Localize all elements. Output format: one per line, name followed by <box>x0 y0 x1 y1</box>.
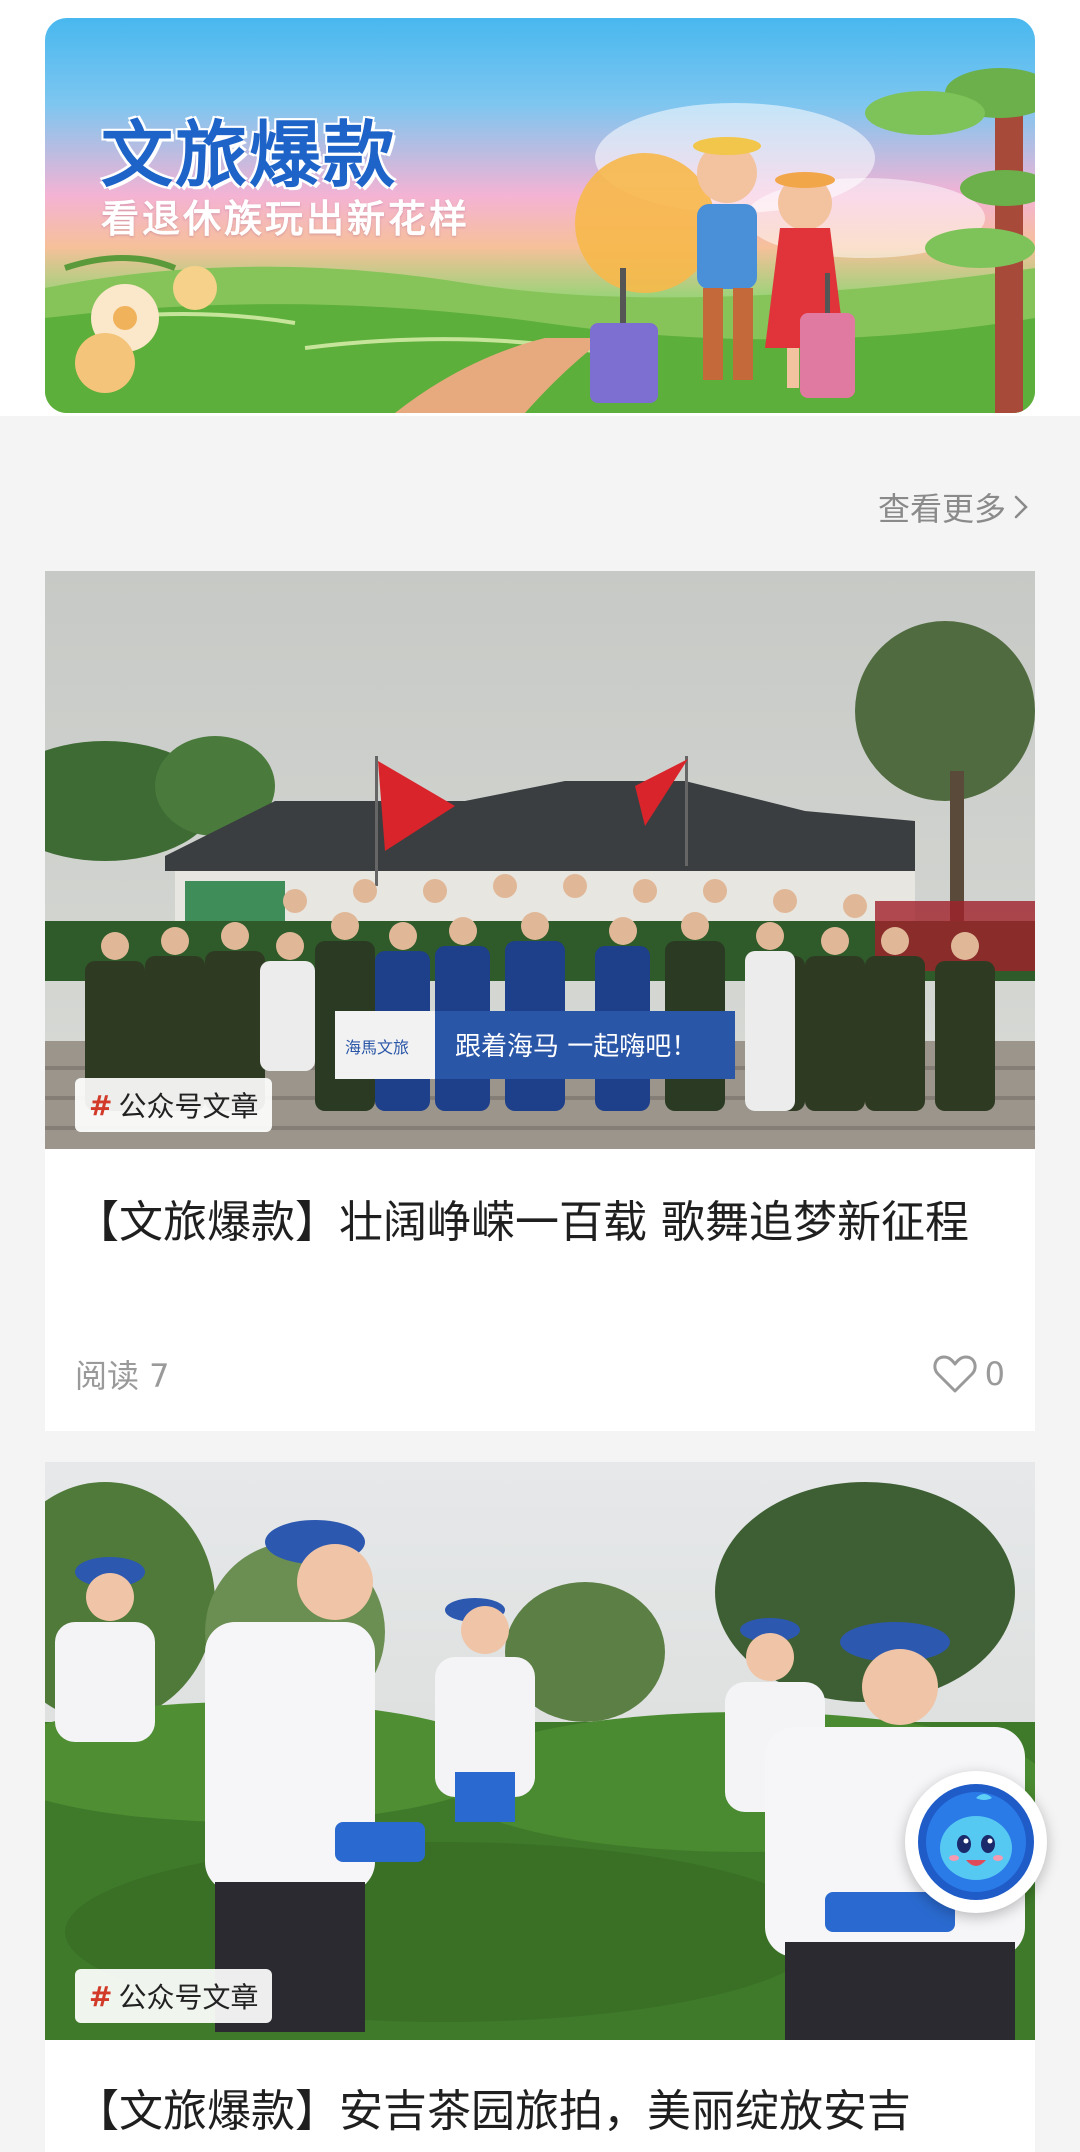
like-button[interactable]: 0 <box>933 1354 1005 1394</box>
tag-label: 公众号文章 <box>118 1981 259 2014</box>
article-tag: # 公众号文章 <box>75 1078 273 1132</box>
banner-title: 文旅爆款 <box>101 113 398 197</box>
banner-slogan-text: 跟着海马 一起嗨吧！ <box>455 1032 697 1062</box>
view-more-link[interactable]: 查看更多 <box>878 484 1030 530</box>
mascot-assistant-icon <box>918 1784 1034 1900</box>
article-meta: 阅读 7 0 <box>75 1351 1005 1397</box>
article-title[interactable]: 【文旅爆款】壮阔峥嵘一百载 歌舞追梦新征程 <box>75 1191 1015 1255</box>
tag-label: 公众号文章 <box>118 1090 259 1123</box>
group-photo-image: 海馬文旅 跟着海马 一起嗨吧！ <box>45 571 1035 1149</box>
chevron-right-icon <box>1014 495 1028 519</box>
read-count: 阅读 7 <box>75 1357 170 1395</box>
like-count: 0 <box>984 1355 1005 1393</box>
view-more-label: 查看更多 <box>877 490 1006 528</box>
article-card[interactable]: # 公众号文章 【文旅爆款】安吉茶园旅拍，美丽绽放安吉 <box>45 1462 1035 2152</box>
banner-subtitle: 看退休族玩出新花样 <box>101 197 471 241</box>
article-photo: 海馬文旅 跟着海马 一起嗨吧！ <box>45 571 1035 1149</box>
heart-outline-icon <box>933 1355 977 1393</box>
banner-brand-text: 海馬文旅 <box>345 1038 409 1057</box>
tea-garden-photo-image <box>45 1462 1035 2040</box>
tag-hash: # <box>89 1088 113 1122</box>
promo-banner[interactable]: 文旅爆款 看退休族玩出新花样 <box>45 18 1035 413</box>
assistant-floating-button[interactable] <box>905 1771 1047 1913</box>
tag-hash: # <box>89 1979 113 2013</box>
article-title[interactable]: 【文旅爆款】安吉茶园旅拍，美丽绽放安吉 <box>75 2080 1015 2144</box>
article-tag: # 公众号文章 <box>75 1969 273 2023</box>
article-card[interactable]: 海馬文旅 跟着海马 一起嗨吧！ # 公众号文章 【文旅爆款】壮阔峥嵘一百载 歌舞… <box>45 571 1035 1431</box>
article-photo <box>45 1462 1035 2040</box>
